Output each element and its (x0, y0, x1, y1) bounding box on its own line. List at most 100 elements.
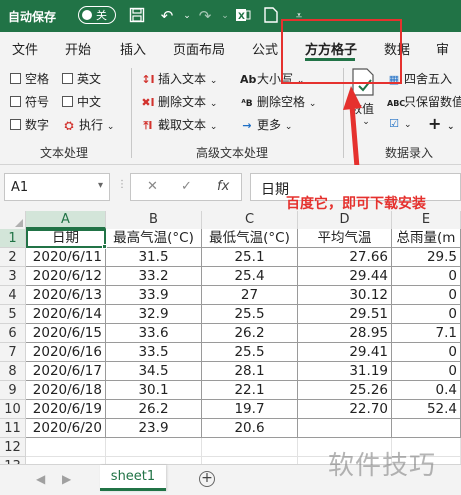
table-cell[interactable] (202, 457, 298, 464)
resize-handle-icon[interactable]: ⋮ (117, 179, 127, 190)
delete-space-button[interactable]: ᴬB 删除空格 ⌄ (240, 93, 316, 110)
table-cell[interactable]: 33.9 (106, 286, 202, 305)
table-cell[interactable]: 23.9 (106, 419, 202, 438)
table-cell[interactable]: 2020/6/15 (26, 324, 106, 343)
table-cell[interactable]: 2020/6/17 (26, 362, 106, 381)
table-cell[interactable] (298, 419, 392, 438)
tab-page-layout[interactable]: 页面布局 (173, 39, 225, 58)
checkbox-number[interactable]: 数字 (10, 116, 49, 133)
tab-formulas[interactable]: 公式 (252, 39, 278, 58)
execute-button[interactable]: ⛭ 执行 ⌄ (62, 116, 115, 133)
column-header-d[interactable]: D (298, 211, 392, 229)
header-cell[interactable]: 平均气温 (298, 229, 392, 248)
fx-icon[interactable]: fx (217, 179, 229, 194)
insert-text-button[interactable]: ↕I 插入文本 ⌄ (141, 70, 217, 87)
table-cell[interactable]: 0 (392, 362, 461, 381)
extract-text-button[interactable]: ⤒I 截取文本 ⌄ (141, 116, 218, 133)
header-cell[interactable]: 最高气温(°C) (106, 229, 202, 248)
checkbox-symbol[interactable]: 符号 (10, 93, 49, 110)
table-cell[interactable]: 52.4 (392, 400, 461, 419)
table-cell[interactable]: 31.19 (298, 362, 392, 381)
table-cell[interactable]: 25.1 (202, 248, 298, 267)
table-cell[interactable] (26, 457, 106, 464)
next-sheet-icon[interactable]: ▶ (62, 472, 71, 486)
table-cell[interactable] (392, 419, 461, 438)
fill-handle[interactable] (102, 244, 107, 249)
row-header[interactable]: 11 (0, 419, 26, 438)
undo-icon[interactable]: ↶ (158, 7, 176, 25)
table-cell[interactable]: 29.44 (298, 267, 392, 286)
column-header-e[interactable]: E (392, 211, 461, 229)
table-cell[interactable]: 33.2 (106, 267, 202, 286)
more-button[interactable]: → 更多 ⌄ (240, 116, 292, 133)
table-cell[interactable]: 25.26 (298, 381, 392, 400)
table-cell[interactable]: 29.5 (392, 248, 461, 267)
undo-dropdown-icon[interactable]: ⌄ (178, 7, 196, 25)
header-cell[interactable]: 最低气温(°C) (202, 229, 298, 248)
table-cell[interactable]: 29.51 (298, 305, 392, 324)
column-header-a[interactable]: A (26, 211, 106, 229)
name-box[interactable]: A1 ▾ (4, 173, 110, 201)
prev-sheet-icon[interactable]: ◀ (36, 472, 45, 486)
redo-icon[interactable]: ↷ (196, 7, 214, 25)
column-header-c[interactable]: C (202, 211, 298, 229)
table-cell[interactable]: 27.66 (298, 248, 392, 267)
table-cell[interactable] (26, 438, 106, 457)
table-cell[interactable]: 26.2 (202, 324, 298, 343)
table-cell[interactable]: 33.5 (106, 343, 202, 362)
table-cell[interactable]: 25.5 (202, 305, 298, 324)
table-cell[interactable]: 26.2 (106, 400, 202, 419)
table-cell[interactable]: 2020/6/12 (26, 267, 106, 286)
table-cell[interactable]: 31.5 (106, 248, 202, 267)
column-header-b[interactable]: B (106, 211, 202, 229)
row-header[interactable]: 7 (0, 343, 26, 362)
table-cell[interactable]: 30.12 (298, 286, 392, 305)
header-cell[interactable]: 日期 (26, 229, 106, 248)
delete-text-button[interactable]: ✖I 删除文本 ⌄ (141, 93, 217, 110)
table-cell[interactable]: 28.1 (202, 362, 298, 381)
checkbox-english[interactable]: 英文 (62, 70, 101, 87)
table-cell[interactable]: 27 (202, 286, 298, 305)
table-cell[interactable] (106, 457, 202, 464)
row-header[interactable]: 9 (0, 381, 26, 400)
table-cell[interactable]: 0 (392, 286, 461, 305)
keep-value-button[interactable]: ABC只保留数值 (387, 93, 461, 110)
row-header[interactable]: 8 (0, 362, 26, 381)
save-icon[interactable] (128, 7, 146, 25)
table-cell[interactable]: 2020/6/16 (26, 343, 106, 362)
table-cell[interactable]: 28.95 (298, 324, 392, 343)
table-cell[interactable]: 0.4 (392, 381, 461, 400)
tab-file[interactable]: 文件 (12, 39, 38, 58)
table-cell[interactable]: 2020/6/19 (26, 400, 106, 419)
checkbox-chinese[interactable]: 中文 (62, 93, 101, 110)
chevron-down-icon[interactable]: ▾ (98, 180, 103, 191)
table-cell[interactable]: 2020/6/11 (26, 248, 106, 267)
table-cell[interactable]: 25.5 (202, 343, 298, 362)
row-header[interactable]: 10 (0, 400, 26, 419)
table-cell[interactable]: 2020/6/14 (26, 305, 106, 324)
add-button[interactable]: + ⌄ (428, 114, 455, 133)
row-header[interactable]: 12 (0, 438, 26, 457)
checkbox-space[interactable]: 空格 (10, 70, 49, 87)
table-cell[interactable]: 0 (392, 305, 461, 324)
select-all-button[interactable] (0, 211, 26, 229)
table-cell[interactable]: 7.1 (392, 324, 461, 343)
table-cell[interactable]: 33.6 (106, 324, 202, 343)
table-cell[interactable]: 19.7 (202, 400, 298, 419)
header-cell[interactable]: 总雨量(m (392, 229, 461, 248)
row-header[interactable]: 2 (0, 248, 26, 267)
table-cell[interactable]: 29.41 (298, 343, 392, 362)
table-cell[interactable]: 2020/6/18 (26, 381, 106, 400)
confirm-icon[interactable]: ✓ (181, 179, 192, 194)
table-cell[interactable]: 25.4 (202, 267, 298, 286)
row-header[interactable]: 3 (0, 267, 26, 286)
table-cell[interactable]: 20.6 (202, 419, 298, 438)
table-cell[interactable]: 0 (392, 267, 461, 286)
add-sheet-icon[interactable]: + (199, 471, 215, 487)
table-cell[interactable]: 30.1 (106, 381, 202, 400)
tab-insert[interactable]: 插入 (120, 39, 146, 58)
row-header[interactable]: 5 (0, 305, 26, 324)
table-cell[interactable] (106, 438, 202, 457)
new-file-icon[interactable] (262, 7, 280, 25)
redo-dropdown-icon[interactable]: ⌄ (216, 7, 234, 25)
